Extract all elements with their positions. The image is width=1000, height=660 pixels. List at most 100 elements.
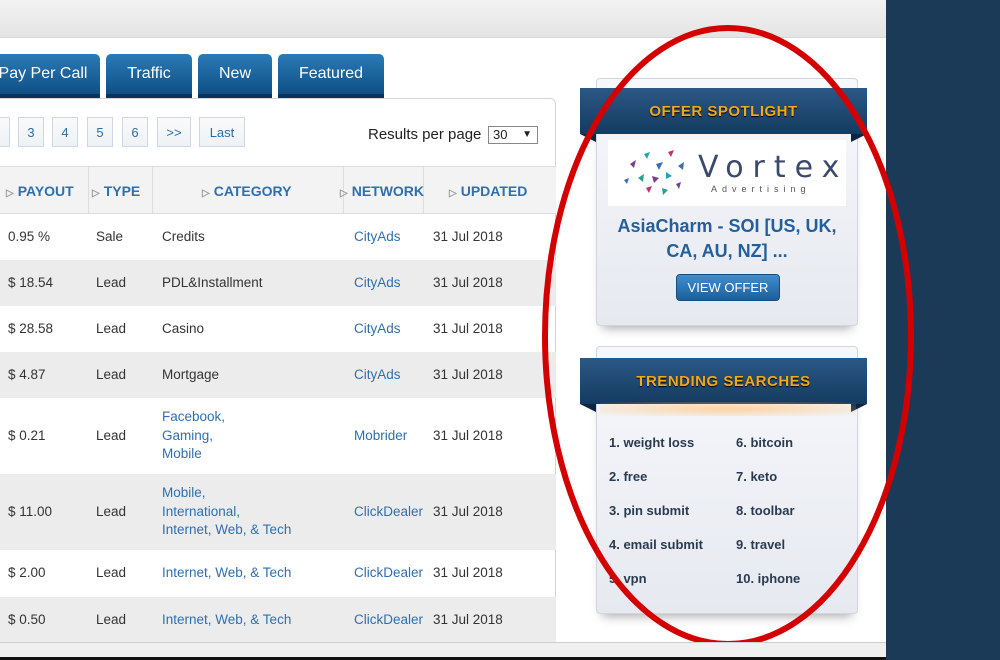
trending-search-link[interactable]: 3. pin submit: [609, 503, 689, 518]
tab-featured[interactable]: Featured: [278, 54, 384, 98]
logo-subtitle: Advertising: [711, 184, 811, 194]
table-row[interactable]: 0.95 % Sale Credits CityAds 31 Jul 2018: [0, 214, 556, 260]
pager-last[interactable]: Last: [199, 117, 245, 147]
network-link[interactable]: CityAds: [354, 320, 401, 339]
table-row[interactable]: $ 2.00 Lead Internet, Web, & Tech ClickDeal…: [0, 550, 556, 597]
category-link[interactable]: Gaming,: [162, 427, 225, 446]
network-link[interactable]: CityAds: [354, 366, 401, 385]
trending-search-link[interactable]: 6. bitcoin: [736, 435, 793, 450]
payout-cell: 0.95 %: [8, 229, 51, 244]
results-per-page-value: 30: [493, 127, 508, 142]
updated-cell: 31 Jul 2018: [433, 565, 503, 580]
updated-cell: 31 Jul 2018: [433, 504, 503, 519]
sort-icon: ▷: [202, 188, 210, 199]
sort-icon: ▷: [449, 188, 457, 199]
network-link[interactable]: Mobrider: [354, 427, 407, 446]
sort-icon: ▷: [6, 188, 14, 199]
category-cell[interactable]: Mobile, International, Internet, Web, & Te…: [162, 484, 291, 540]
category-link[interactable]: Mobile,: [162, 484, 291, 503]
payout-cell: $ 4.87: [8, 367, 46, 382]
payout-cell: $ 2.00: [8, 565, 46, 580]
bottom-edge: [0, 642, 886, 660]
column-header-category[interactable]: ▷ CATEGORY: [202, 183, 291, 199]
table-row[interactable]: $ 11.00 Lead Mobile, International, Internet…: [0, 474, 556, 550]
type-cell: Lead: [96, 275, 127, 290]
logo-wordmark: Vortex: [698, 150, 849, 185]
category-cell[interactable]: Internet, Web, & Tech: [162, 564, 291, 583]
trending-search-link[interactable]: 8. toolbar: [736, 503, 795, 518]
pager-page-4[interactable]: 4: [52, 117, 78, 147]
table-row[interactable]: $ 28.58 Lead Casino CityAds 31 Jul 2018: [0, 306, 556, 352]
pager-next[interactable]: >>: [157, 117, 191, 147]
payout-cell: $ 0.21: [8, 428, 46, 443]
offer-logo[interactable]: Vortex Advertising: [608, 140, 846, 206]
network-link[interactable]: ClickDealer: [354, 611, 423, 630]
pager-page-2[interactable]: [0, 117, 10, 147]
category-link[interactable]: Internet, Web, & Tech: [162, 611, 291, 630]
column-header-updated[interactable]: ▷ UPDATED: [449, 183, 527, 199]
type-cell: Lead: [96, 321, 127, 336]
category-cell: Mortgage: [162, 366, 219, 385]
column-header-type[interactable]: ▷ TYPE: [92, 183, 140, 199]
results-per-page-select[interactable]: 30 ▼: [488, 126, 538, 144]
results-per-page-label: Results per page: [368, 126, 482, 143]
trending-search-link[interactable]: 7. keto: [736, 469, 777, 484]
category-link[interactable]: Internet, Web, & Tech: [162, 521, 291, 540]
sort-icon: ▷: [92, 188, 100, 199]
offer-title-link[interactable]: AsiaCharm - SOI [US, UK, CA, AU, NZ] ...: [610, 214, 844, 264]
updated-cell: 31 Jul 2018: [433, 612, 503, 627]
category-cell[interactable]: Internet, Web, & Tech: [162, 611, 291, 630]
type-cell: Lead: [96, 504, 127, 519]
category-link: PDL&Installment: [162, 275, 263, 290]
updated-cell: 31 Jul 2018: [433, 428, 503, 443]
tab-traffic[interactable]: Traffic: [106, 54, 192, 98]
trending-search-link[interactable]: 5. vpn: [609, 571, 647, 586]
trending-search-link[interactable]: 2. free: [609, 469, 647, 484]
updated-cell: 31 Jul 2018: [433, 321, 503, 336]
category-link[interactable]: International,: [162, 503, 291, 522]
offer-spotlight-heading: OFFER SPOTLIGHT: [580, 88, 867, 142]
category-cell: Casino: [162, 320, 204, 339]
tab-pay-per-call[interactable]: Pay Per Call: [0, 54, 100, 98]
pager-page-5[interactable]: 5: [87, 117, 113, 147]
category-link[interactable]: Mobile: [162, 445, 225, 464]
page-background-right: [886, 0, 1000, 660]
column-header-payout[interactable]: ▷ PAYOUT: [6, 183, 74, 199]
top-bar: [0, 0, 886, 38]
payout-cell: $ 11.00: [8, 504, 53, 519]
dropdown-arrow-icon: ▼: [522, 129, 532, 140]
table-row[interactable]: $ 18.54 Lead PDL&Installment CityAds 31 Jul …: [0, 260, 556, 306]
network-link[interactable]: ClickDealer: [354, 503, 423, 522]
category-link[interactable]: Facebook,: [162, 408, 225, 427]
category-link: Casino: [162, 321, 205, 336]
network-link[interactable]: CityAds: [354, 274, 401, 293]
column-divider: [152, 166, 153, 214]
tab-new[interactable]: New: [198, 54, 272, 98]
heading-glow: [600, 402, 856, 416]
category-link: Credits: [162, 229, 205, 244]
pager-page-6[interactable]: 6: [122, 117, 148, 147]
table-row[interactable]: $ 4.87 Lead Mortgage CityAds 31 Jul 2018: [0, 352, 556, 398]
pager-page-3[interactable]: 3: [18, 117, 44, 147]
category-link: Mortgage: [162, 367, 220, 382]
type-cell: Lead: [96, 367, 127, 382]
network-link[interactable]: ClickDealer: [354, 564, 423, 583]
table-row[interactable]: $ 0.50 Lead Internet, Web, & Tech ClickDeal…: [0, 597, 556, 643]
payout-cell: $ 0.50: [8, 612, 46, 627]
type-cell: Lead: [96, 428, 127, 443]
network-link[interactable]: CityAds: [354, 228, 401, 247]
payout-cell: $ 18.54: [8, 275, 54, 290]
column-header-network[interactable]: ▷ NETWORK: [340, 183, 424, 199]
table-row[interactable]: $ 0.21 Lead Facebook, Gaming, Mobile Mobrider…: [0, 398, 556, 474]
updated-cell: 31 Jul 2018: [433, 275, 503, 290]
trending-searches-heading: TRENDING SEARCHES: [580, 358, 867, 412]
updated-cell: 31 Jul 2018: [433, 229, 503, 244]
category-cell: PDL&Installment: [162, 274, 263, 293]
trending-search-link[interactable]: 10. iphone: [736, 571, 800, 586]
category-cell[interactable]: Facebook, Gaming, Mobile: [162, 408, 225, 464]
trending-search-link[interactable]: 1. weight loss: [609, 435, 694, 450]
trending-search-link[interactable]: 9. travel: [736, 537, 785, 552]
trending-search-link[interactable]: 4. email submit: [609, 537, 703, 552]
category-link[interactable]: Internet, Web, & Tech: [162, 564, 291, 583]
view-offer-button[interactable]: VIEW OFFER: [676, 274, 780, 301]
